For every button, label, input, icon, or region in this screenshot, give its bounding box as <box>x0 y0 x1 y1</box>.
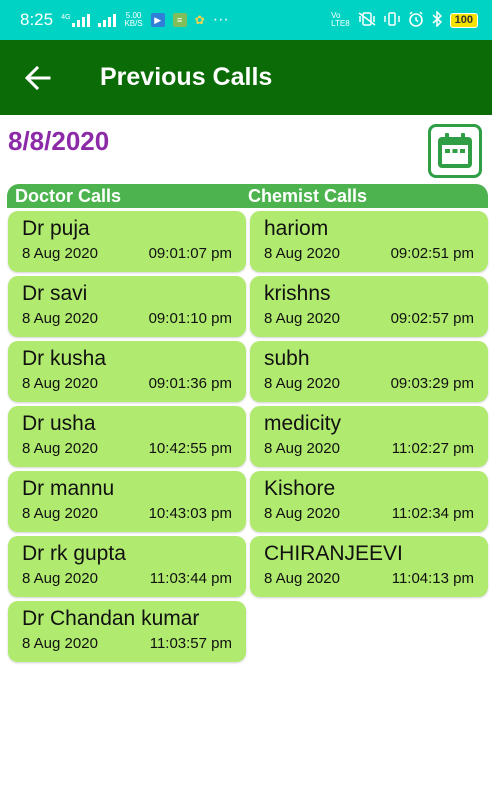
call-time: 09:01:36 pm <box>148 375 232 392</box>
call-time: 09:01:07 pm <box>148 245 232 262</box>
call-date: 8 Aug 2020 <box>22 245 98 262</box>
doctor-call-card[interactable]: Dr puja 8 Aug 2020 09:01:07 pm <box>8 211 246 272</box>
net-speed: 5.00 KB/S <box>124 12 142 28</box>
status-left: 8:25 4G 5.00 KB/S ▶ ≡ ✿ ··· <box>20 10 229 30</box>
call-name: subh <box>264 347 310 370</box>
call-date: 8 Aug 2020 <box>22 570 98 587</box>
back-button[interactable] <box>8 48 68 108</box>
volte-bottom: LTE8 <box>331 19 350 28</box>
app-bar: Previous Calls <box>0 40 492 115</box>
call-name: Dr Chandan kumar <box>22 607 200 630</box>
bluetooth-icon <box>432 9 442 30</box>
screen-rotate-icon <box>383 11 400 30</box>
call-time: 09:03:29 pm <box>390 375 474 392</box>
chemist-call-card[interactable]: Kishore 8 Aug 2020 11:02:34 pm <box>250 471 488 532</box>
call-time: 09:01:10 pm <box>148 310 232 327</box>
call-time: 11:02:34 pm <box>391 505 474 522</box>
doctor-calls-list: Dr puja 8 Aug 2020 09:01:07 pm Dr savi 8… <box>8 211 246 666</box>
call-name: hariom <box>264 217 329 240</box>
page-title: Previous Calls <box>100 63 273 91</box>
battery-indicator: 100 <box>449 12 478 28</box>
call-name: Dr puja <box>22 217 90 240</box>
call-name: Dr rk gupta <box>22 542 126 565</box>
call-name: Dr usha <box>22 412 96 435</box>
net-speed-unit: KB/S <box>124 19 143 28</box>
chemist-calls-list: hariom 8 Aug 2020 09:02:51 pm krishns 8 … <box>250 211 488 601</box>
call-name: Kishore <box>264 477 336 500</box>
call-name: CHIRANJEEVI <box>264 542 403 565</box>
call-date: 8 Aug 2020 <box>264 310 340 327</box>
columns-header: Doctor Calls Chemist Calls <box>7 184 488 208</box>
call-date: 8 Aug 2020 <box>264 505 340 522</box>
call-date: 8 Aug 2020 <box>22 635 98 652</box>
call-date: 8 Aug 2020 <box>22 310 98 327</box>
call-time: 10:43:03 pm <box>148 505 232 522</box>
selected-date: 8/8/2020 <box>8 126 110 156</box>
call-time: 11:04:13 pm <box>391 570 474 587</box>
volte-indicator: Vo LTE8 <box>331 12 350 28</box>
chemist-calls-header: Chemist Calls <box>248 186 368 206</box>
signal-icon <box>72 13 91 27</box>
chemist-call-card[interactable]: CHIRANJEEVI 8 Aug 2020 11:04:13 pm <box>250 536 488 597</box>
call-time: 11:03:44 pm <box>149 570 232 587</box>
calendar-icon <box>438 133 472 168</box>
call-time: 11:03:57 pm <box>149 635 232 652</box>
chemist-call-card[interactable]: krishns 8 Aug 2020 09:02:57 pm <box>250 276 488 337</box>
more-notifications-icon: ··· <box>212 11 229 28</box>
doctor-call-card[interactable]: Dr savi 8 Aug 2020 09:01:10 pm <box>8 276 246 337</box>
call-date: 8 Aug 2020 <box>264 440 340 457</box>
chemist-call-card[interactable]: subh 8 Aug 2020 09:03:29 pm <box>250 341 488 402</box>
doctor-calls-header: Doctor Calls <box>15 186 122 206</box>
chemist-call-card[interactable]: medicity 8 Aug 2020 11:02:27 pm <box>250 406 488 467</box>
notes-icon: ≡ <box>172 13 187 27</box>
signal-2-icon <box>98 13 117 27</box>
call-date: 8 Aug 2020 <box>22 440 98 457</box>
call-time: 09:02:51 pm <box>390 245 474 262</box>
doctor-call-card[interactable]: Dr rk gupta 8 Aug 2020 11:03:44 pm <box>8 536 246 597</box>
call-name: Dr kusha <box>22 347 107 370</box>
call-date: 8 Aug 2020 <box>264 375 340 392</box>
call-time: 11:02:27 pm <box>391 440 474 457</box>
vibrate-icon <box>358 11 376 29</box>
call-date: 8 Aug 2020 <box>22 505 98 522</box>
pinwheel-icon: ✿ <box>194 13 205 27</box>
call-name: Dr mannu <box>22 477 115 500</box>
doctor-call-card[interactable]: Dr Chandan kumar 8 Aug 2020 11:03:57 pm <box>8 601 246 662</box>
doctor-call-card[interactable]: Dr mannu 8 Aug 2020 10:43:03 pm <box>8 471 246 532</box>
doctor-call-card[interactable]: Dr usha 8 Aug 2020 10:42:55 pm <box>8 406 246 467</box>
call-date: 8 Aug 2020 <box>264 570 340 587</box>
alarm-icon <box>408 10 424 30</box>
call-name: Dr savi <box>22 282 88 305</box>
arrow-left-icon <box>25 65 51 90</box>
play-store-icon: ▶ <box>150 13 165 27</box>
status-right: Vo LTE8 100 <box>331 9 478 30</box>
network-type: 4G <box>61 14 71 21</box>
status-time: 8:25 <box>20 10 54 29</box>
call-time: 09:02:57 pm <box>390 310 474 327</box>
chemist-call-card[interactable]: hariom 8 Aug 2020 09:02:51 pm <box>250 211 488 272</box>
call-date: 8 Aug 2020 <box>264 245 340 262</box>
calendar-button[interactable] <box>428 124 482 178</box>
status-bar: 8:25 4G 5.00 KB/S ▶ ≡ ✿ ··· Vo LTE8 100 <box>0 0 492 40</box>
doctor-call-card[interactable]: Dr kusha 8 Aug 2020 09:01:36 pm <box>8 341 246 402</box>
call-time: 10:42:55 pm <box>148 440 232 457</box>
call-name: krishns <box>264 282 331 305</box>
call-name: medicity <box>264 412 342 435</box>
call-date: 8 Aug 2020 <box>22 375 98 392</box>
